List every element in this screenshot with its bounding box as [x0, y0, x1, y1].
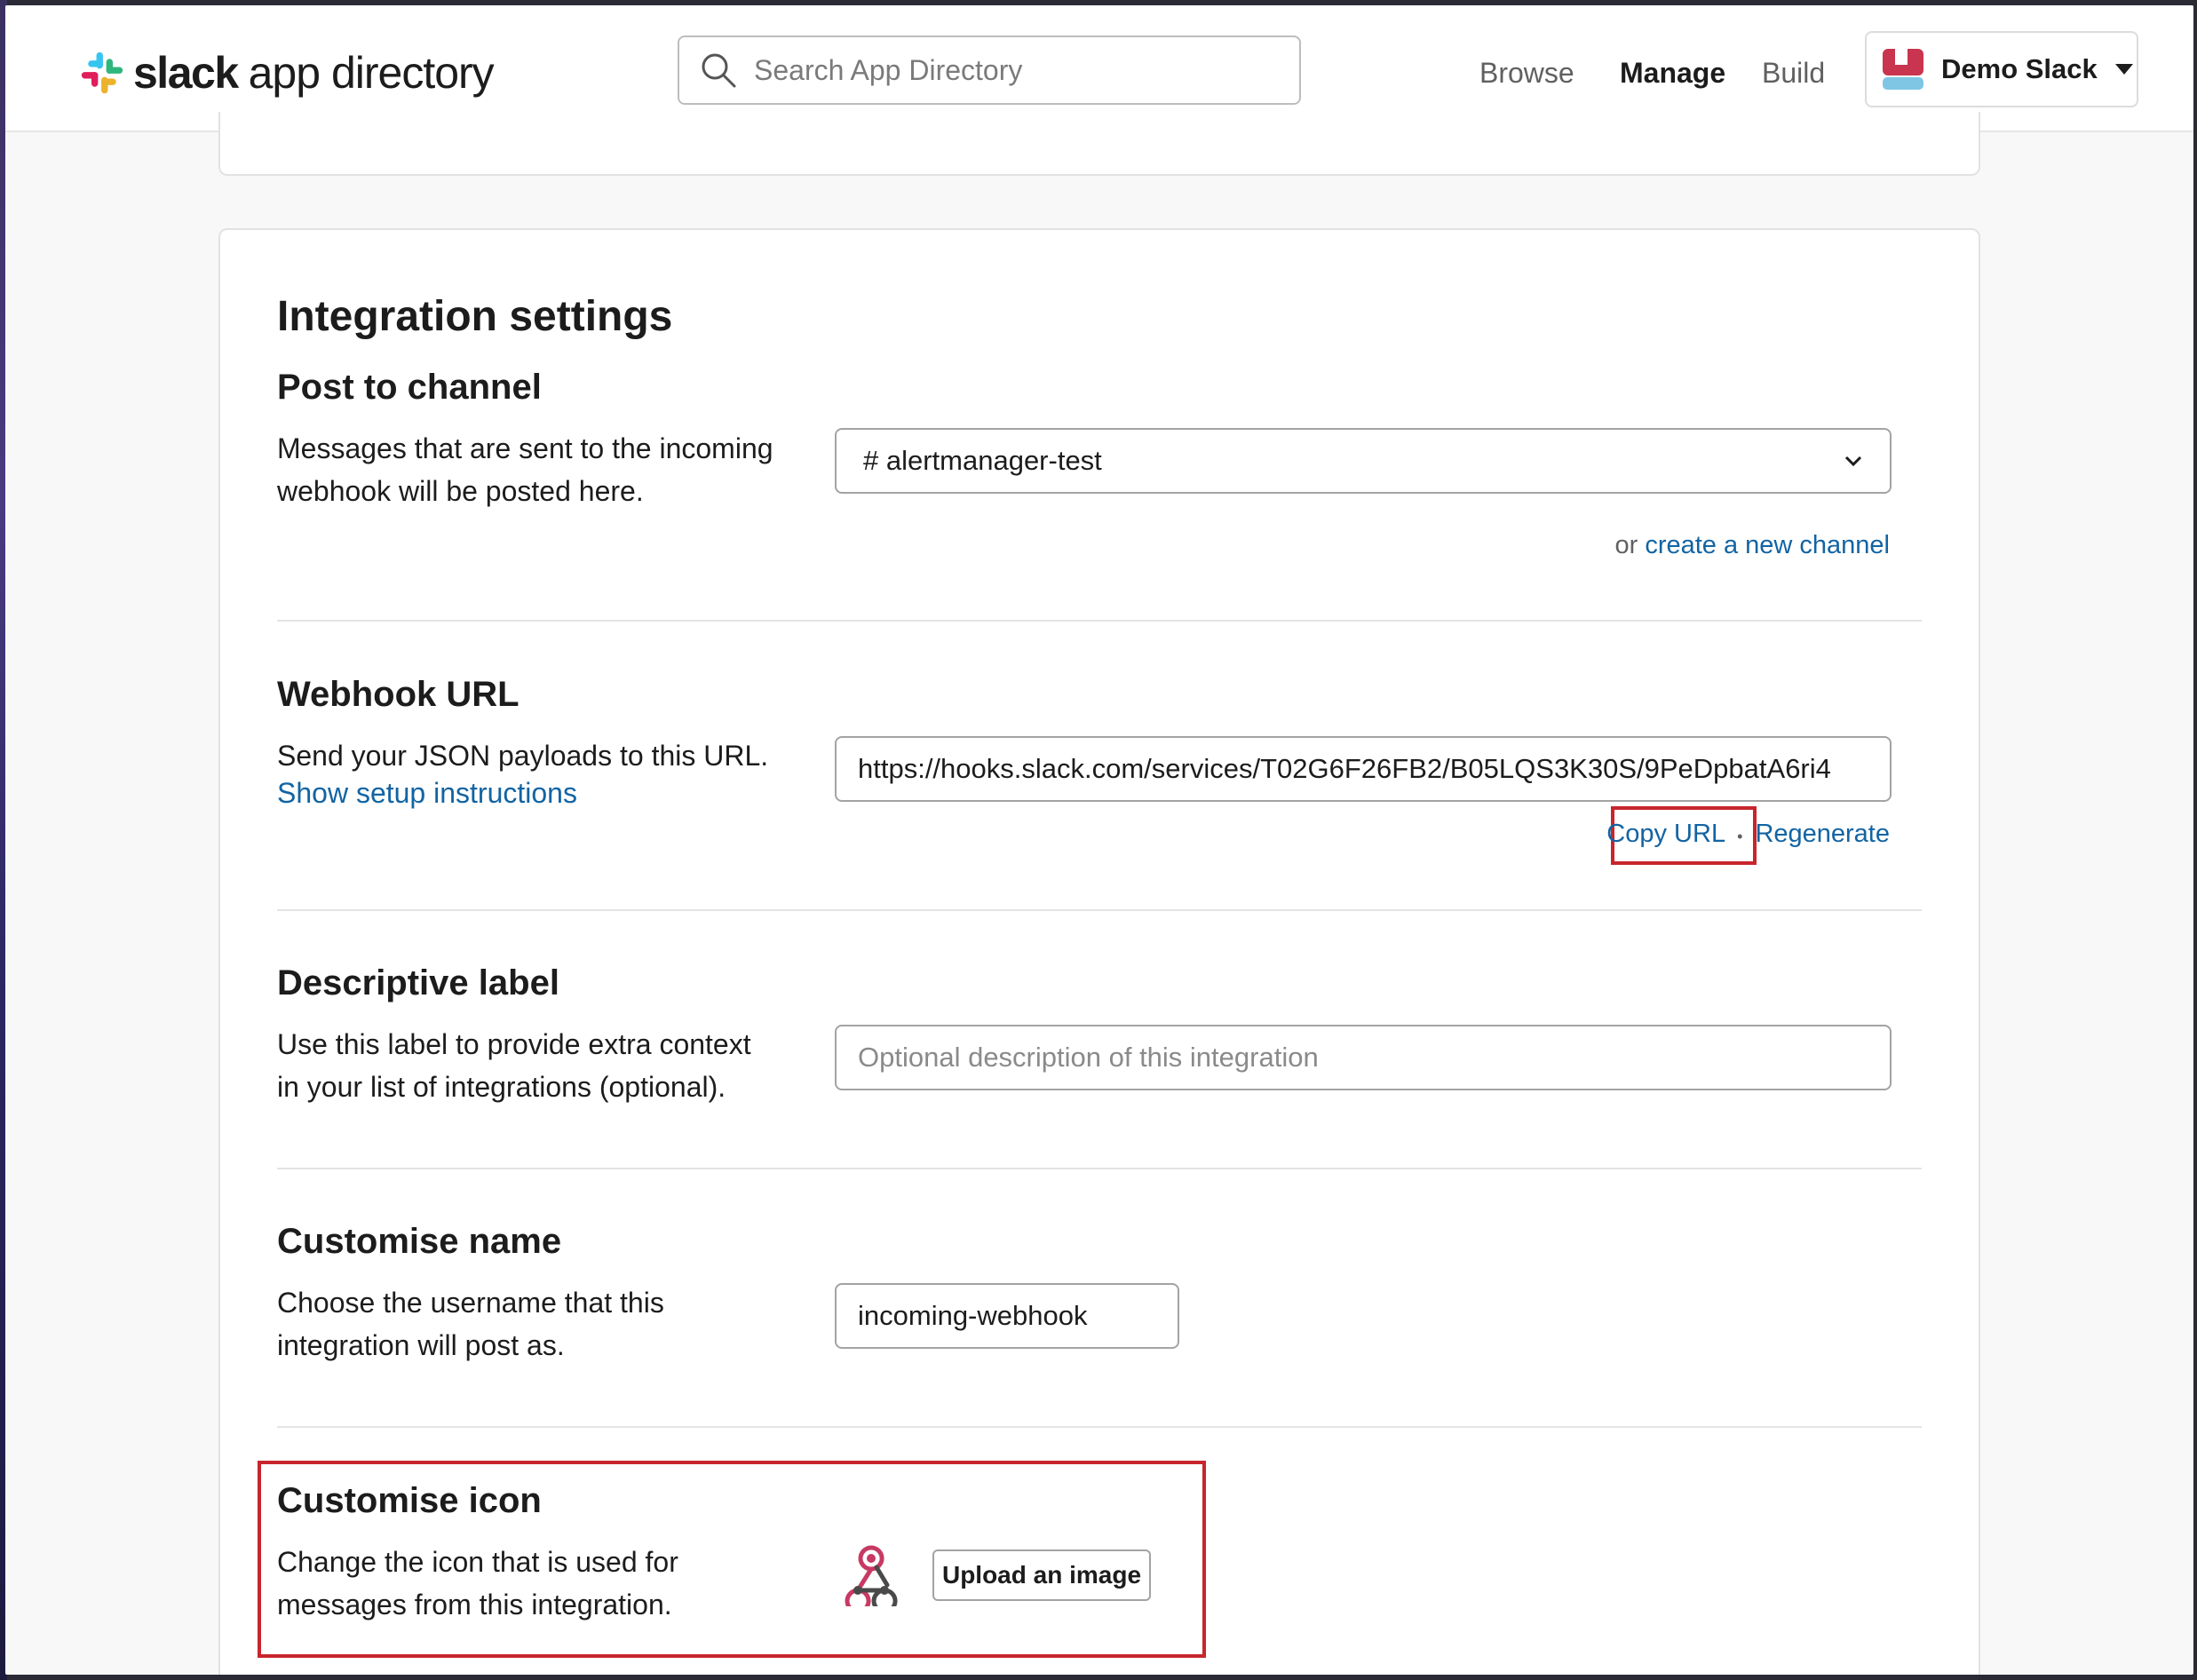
customise-name-input[interactable]	[858, 1300, 1156, 1332]
descriptive-label-title: Descriptive label	[277, 963, 559, 1002]
copy-url-link[interactable]: Copy URL	[1606, 820, 1725, 848]
customise-icon-title: Customise icon	[277, 1481, 542, 1520]
workspace-switcher[interactable]: Demo Slack	[1865, 31, 2138, 107]
slack-logo-icon	[81, 52, 123, 94]
regenerate-link[interactable]: Regenerate	[1755, 820, 1890, 848]
post-to-channel-desc: Messages that are sent to the incoming w…	[277, 432, 773, 507]
brand-app-directory-text: app directory	[248, 48, 495, 98]
selected-channel: # alertmanager-test	[863, 445, 1102, 476]
webhook-url-field[interactable]	[835, 736, 1892, 802]
caret-down-icon	[2114, 64, 2133, 75]
create-channel-row: or create a new channel	[1614, 531, 1890, 560]
section-divider	[277, 1426, 1922, 1428]
brand-slack-text: slack	[133, 48, 239, 98]
webhook-icon	[845, 1545, 898, 1606]
integration-settings-card: Integration settings Post to channel Mes…	[218, 228, 1980, 1675]
nav-build[interactable]: Build	[1762, 57, 1825, 90]
workspace-name: Demo Slack	[1941, 53, 2098, 84]
previous-card	[218, 112, 1980, 176]
search-box[interactable]	[678, 36, 1301, 105]
customise-name-field[interactable]	[835, 1283, 1179, 1349]
section-divider	[277, 1168, 1922, 1169]
section-divider	[277, 909, 1922, 911]
nav-browse[interactable]: Browse	[1479, 57, 1574, 90]
descriptive-label-desc: Use this label to provide extra context …	[277, 1028, 751, 1103]
descriptive-label-field[interactable]	[835, 1025, 1892, 1090]
webhook-actions: Copy URL • Regenerate	[1606, 820, 1890, 849]
slack-app-directory-logo[interactable]: slack app directory	[80, 44, 495, 101]
separator-dot: •	[1737, 828, 1743, 845]
descriptive-label-input[interactable]	[858, 1042, 1868, 1074]
customise-name-desc: Choose the username that this integratio…	[277, 1287, 664, 1361]
card-title: Integration settings	[277, 293, 673, 340]
show-setup-instructions-link[interactable]: Show setup instructions	[277, 777, 577, 810]
channel-select[interactable]: # alertmanager-test	[835, 428, 1892, 494]
webhook-url-desc: Send your JSON payloads to this URL.	[277, 740, 769, 772]
create-new-channel-link[interactable]: create a new channel	[1645, 531, 1890, 559]
or-text: or	[1614, 531, 1638, 559]
search-input[interactable]	[754, 53, 1269, 87]
chevron-down-icon	[1844, 456, 1862, 467]
nav-manage[interactable]: Manage	[1620, 57, 1725, 90]
webhook-url-input[interactable]	[858, 753, 1868, 785]
section-divider	[277, 620, 1922, 622]
browser-window: slack app directory Browse Manage Build …	[5, 5, 2193, 1675]
post-to-channel-title: Post to channel	[277, 368, 542, 407]
workspace-logo-icon	[1881, 47, 1925, 91]
webhook-url-title: Webhook URL	[277, 675, 520, 714]
search-icon	[702, 53, 736, 88]
customise-icon-desc: Change the icon that is used for message…	[277, 1546, 678, 1621]
upload-image-button[interactable]: Upload an image	[932, 1549, 1151, 1601]
customise-name-title: Customise name	[277, 1222, 562, 1261]
